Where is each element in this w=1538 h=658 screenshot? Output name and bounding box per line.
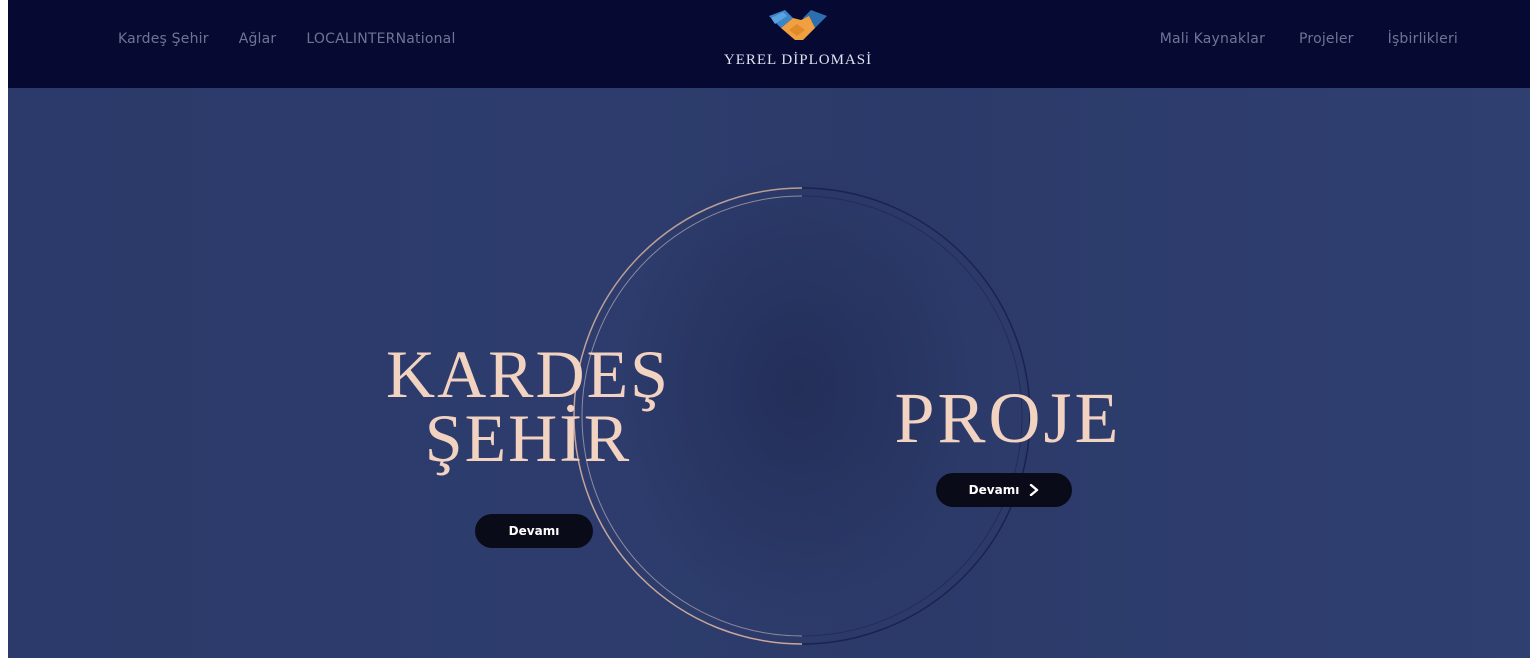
nav-link-mali-kaynaklar[interactable]: Mali Kaynaklar <box>1160 31 1265 47</box>
nav-right: Mali Kaynaklar Projeler İşbirlikleri <box>1126 31 1458 47</box>
kardes-sehir-devami-button[interactable]: Devamı <box>475 514 593 548</box>
proje-title: PROJE <box>894 378 1122 458</box>
decorative-ring <box>573 187 1031 645</box>
button-label: Devamı <box>508 524 560 538</box>
hero-section: KARDEŞ ŞEHİR Devamı PROJE Devamı <box>8 88 1530 658</box>
chevron-right-icon <box>1029 481 1039 500</box>
nav-link-localinternational[interactable]: LOCALINTERNational <box>306 31 455 47</box>
nav-link-kardes-sehir[interactable]: Kardeş Şehir <box>118 31 209 47</box>
kardes-title-line2: ŞEHİR <box>424 400 632 476</box>
kardes-title-line1: KARDEŞ <box>385 336 671 412</box>
top-navbar: Kardeş Şehir Ağlar LOCALINTERNational YE… <box>8 0 1530 88</box>
proje-devami-button[interactable]: Devamı <box>936 473 1072 507</box>
page: Kardeş Şehir Ağlar LOCALINTERNational YE… <box>0 0 1538 658</box>
nav-link-isbirlikleri[interactable]: İşbirlikleri <box>1388 31 1458 47</box>
nav-left: Kardeş Şehir Ağlar LOCALINTERNational <box>118 31 486 47</box>
handshake-icon <box>708 6 888 46</box>
kardes-sehir-title: KARDEŞ ŞEHİR <box>348 336 708 476</box>
site-logo[interactable]: YEREL DİPLOMASİ <box>708 6 888 84</box>
logo-text: YEREL DİPLOMASİ <box>723 52 873 68</box>
nav-link-aglar[interactable]: Ağlar <box>239 31 277 47</box>
button-label: Devamı <box>968 483 1020 497</box>
nav-link-projeler[interactable]: Projeler <box>1299 31 1354 47</box>
